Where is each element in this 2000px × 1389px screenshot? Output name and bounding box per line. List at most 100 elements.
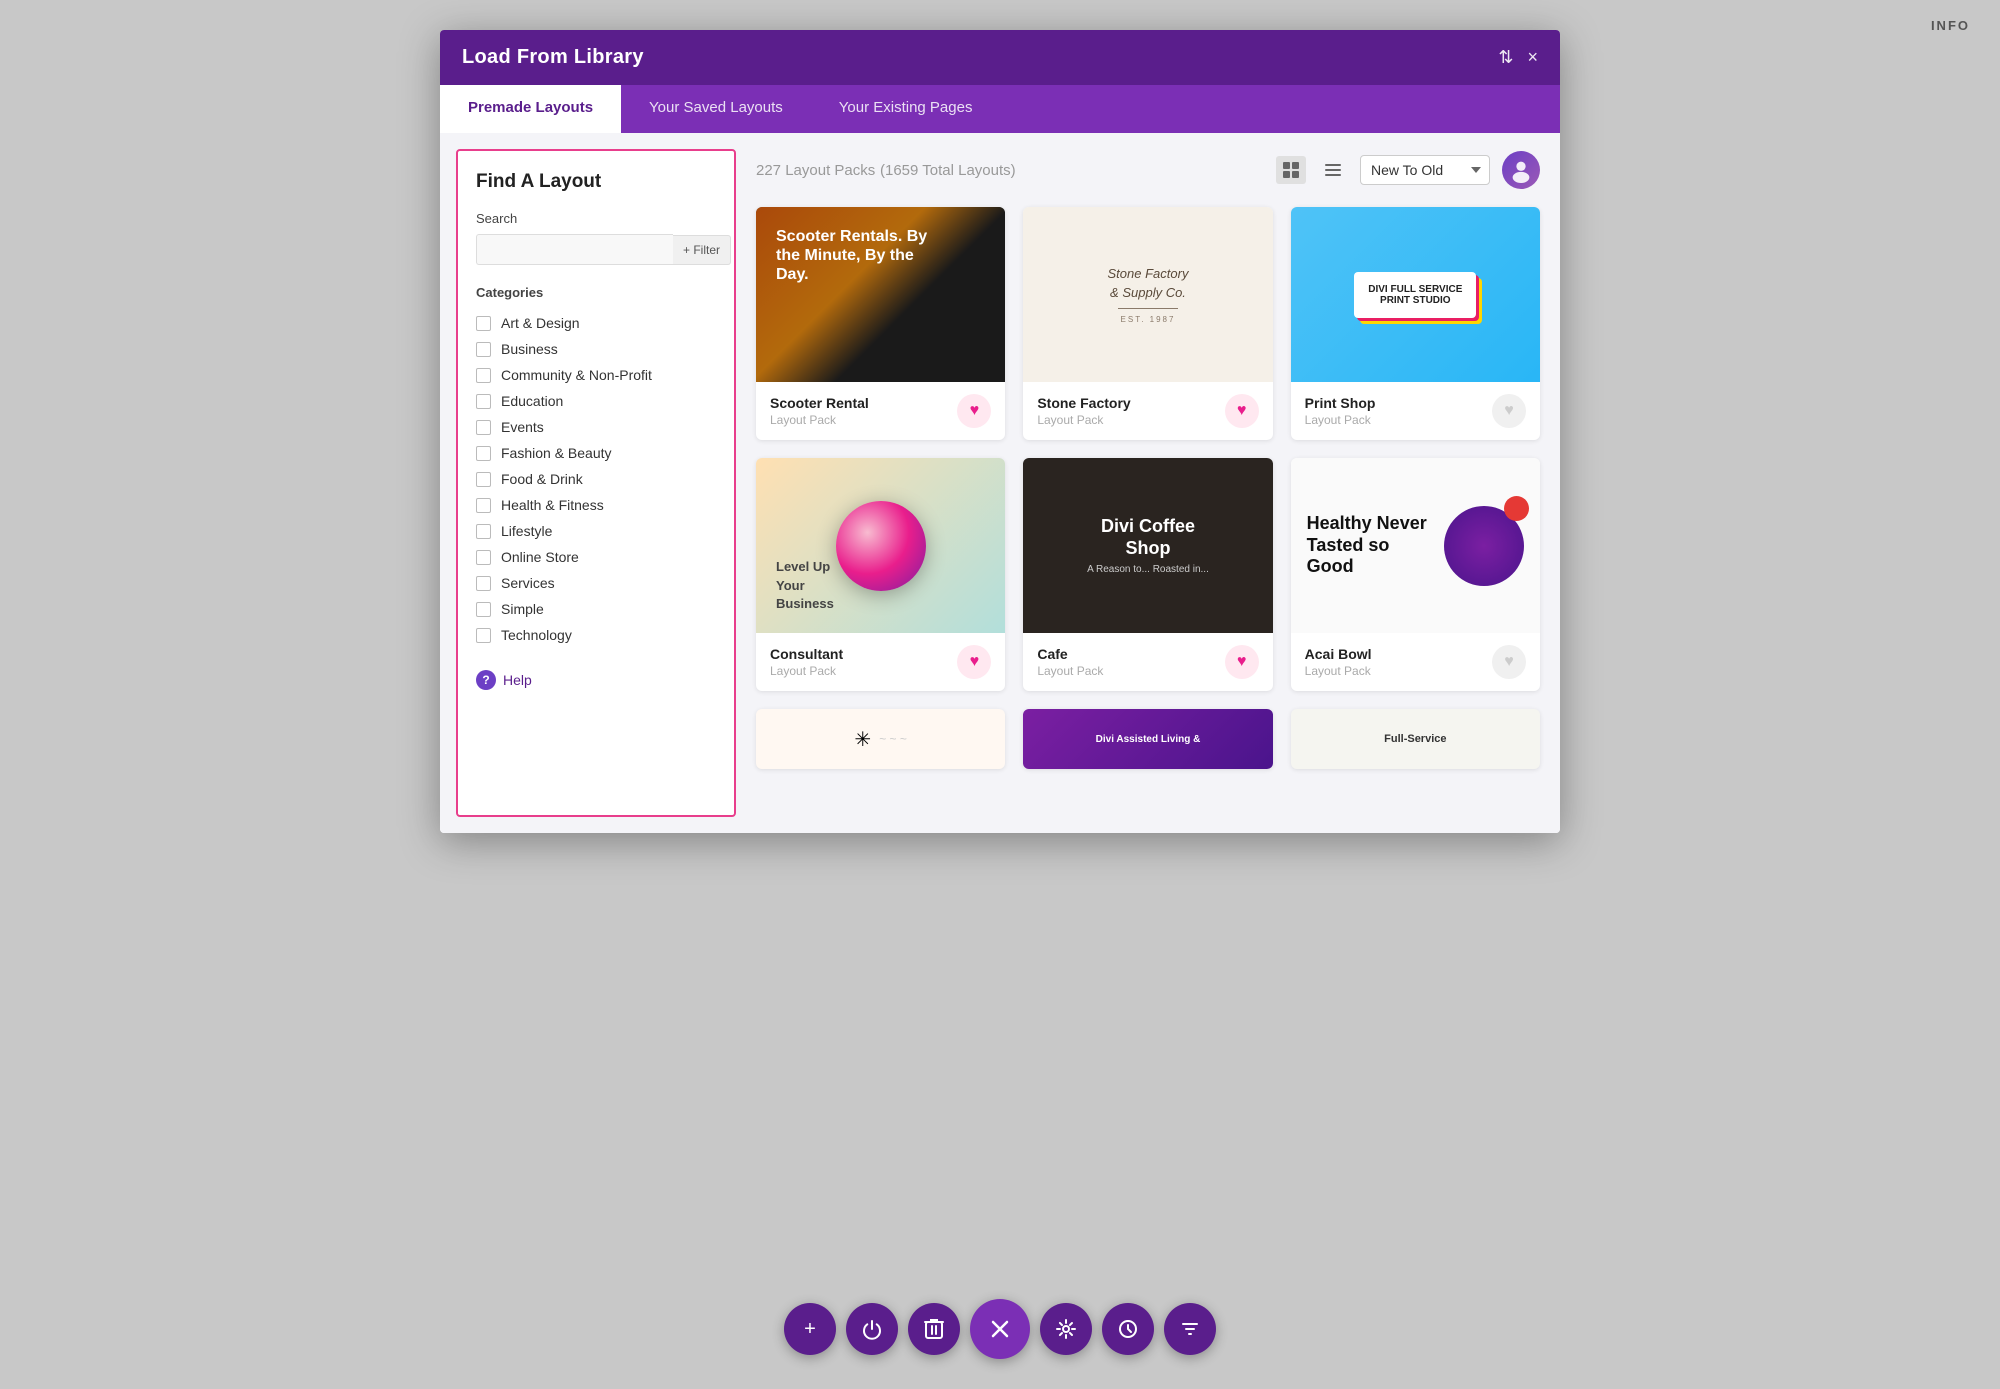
category-art[interactable]: Art & Design: [476, 310, 716, 336]
card-consultant[interactable]: Level UpYourBusiness Consultant Layout P…: [756, 458, 1005, 691]
category-fashion[interactable]: Fashion & Beauty: [476, 440, 716, 466]
consultant-inner: Level UpYourBusiness: [756, 458, 1005, 633]
power-button[interactable]: [846, 1303, 898, 1355]
cafe-title: Divi CoffeeShop: [1101, 516, 1195, 559]
card-info-acai: Acai Bowl Layout Pack: [1305, 646, 1372, 678]
category-food[interactable]: Food & Drink: [476, 466, 716, 492]
acai-bowl-visual: [1444, 506, 1524, 586]
card-footer-consultant: Consultant Layout Pack ♥: [756, 633, 1005, 691]
modal-header-icons: ⇅ ×: [1498, 47, 1538, 68]
history-button[interactable]: [1102, 1303, 1154, 1355]
modal-title: Load From Library: [462, 46, 644, 69]
top-bar-right: New To Old Old To New A-Z Z-A: [1276, 151, 1540, 189]
category-checkbox-fashion[interactable]: [476, 446, 491, 461]
category-simple[interactable]: Simple: [476, 596, 716, 622]
favorite-button-print[interactable]: ♥: [1492, 394, 1526, 428]
modal: Load From Library ⇅ × Premade Layouts Yo…: [440, 30, 1560, 833]
category-checkbox-services[interactable]: [476, 576, 491, 591]
category-online[interactable]: Online Store: [476, 544, 716, 570]
category-label-events: Events: [501, 419, 544, 435]
settings-icon: [1055, 1318, 1077, 1340]
modal-header: Load From Library ⇅ ×: [440, 30, 1560, 85]
category-services[interactable]: Services: [476, 570, 716, 596]
category-label-health: Health & Fitness: [501, 497, 604, 513]
category-community[interactable]: Community & Non-Profit: [476, 362, 716, 388]
category-label-education: Education: [501, 393, 563, 409]
cafe-subtitle: A Reason to... Roasted in...: [1087, 564, 1209, 575]
category-lifestyle[interactable]: Lifestyle: [476, 518, 716, 544]
user-avatar[interactable]: [1502, 151, 1540, 189]
partial-text-3: Full-Service: [1384, 733, 1446, 745]
search-row: + Filter: [476, 234, 716, 265]
category-checkbox-events[interactable]: [476, 420, 491, 435]
add-button[interactable]: +: [784, 1303, 836, 1355]
category-technology[interactable]: Technology: [476, 622, 716, 648]
category-label-online: Online Store: [501, 549, 579, 565]
partial-card-2[interactable]: Divi Assisted Living &: [1023, 709, 1272, 769]
settings-button[interactable]: [1040, 1303, 1092, 1355]
consultant-sphere: [836, 501, 926, 591]
card-type-print: Layout Pack: [1305, 413, 1376, 427]
favorite-button-consultant[interactable]: ♥: [957, 645, 991, 679]
card-acai-bowl[interactable]: Healthy Never Tasted so Good Acai Bowl L…: [1291, 458, 1540, 691]
help-icon: ?: [476, 670, 496, 690]
card-name-acai: Acai Bowl: [1305, 646, 1372, 662]
card-image-acai: Healthy Never Tasted so Good: [1291, 458, 1540, 633]
category-events[interactable]: Events: [476, 414, 716, 440]
card-info-scooter: Scooter Rental Layout Pack: [770, 395, 869, 427]
card-cafe[interactable]: Divi CoffeeShop A Reason to... Roasted i…: [1023, 458, 1272, 691]
favorite-button-stone[interactable]: ♥: [1225, 394, 1259, 428]
category-checkbox-simple[interactable]: [476, 602, 491, 617]
search-label: Search: [476, 211, 716, 226]
tab-existing[interactable]: Your Existing Pages: [811, 85, 1001, 133]
modal-tabs: Premade Layouts Your Saved Layouts Your …: [440, 85, 1560, 133]
sort-select[interactable]: New To Old Old To New A-Z Z-A: [1360, 155, 1490, 185]
tab-premade[interactable]: Premade Layouts: [440, 85, 621, 133]
trash-button[interactable]: [908, 1303, 960, 1355]
card-scooter-rental[interactable]: Scooter Rentals. Bythe Minute, By theDay…: [756, 207, 1005, 440]
sort-icon[interactable]: ⇅: [1498, 47, 1513, 68]
category-checkbox-art[interactable]: [476, 316, 491, 331]
card-footer-acai: Acai Bowl Layout Pack ♥: [1291, 633, 1540, 691]
tab-saved[interactable]: Your Saved Layouts: [621, 85, 811, 133]
stone-logo: Stone Factory& Supply Co. Est. 1987: [1108, 207, 1189, 382]
sort-main-button[interactable]: [1164, 1303, 1216, 1355]
category-label-technology: Technology: [501, 627, 572, 643]
category-business[interactable]: Business: [476, 336, 716, 362]
grid-view-button[interactable]: [1276, 156, 1306, 184]
category-checkbox-health[interactable]: [476, 498, 491, 513]
close-icon[interactable]: ×: [1527, 47, 1538, 68]
category-checkbox-business[interactable]: [476, 342, 491, 357]
category-checkbox-technology[interactable]: [476, 628, 491, 643]
card-stone-factory[interactable]: Stone Factory& Supply Co. Est. 1987 Ston…: [1023, 207, 1272, 440]
favorite-button-acai[interactable]: ♥: [1492, 645, 1526, 679]
modal-body: Find A Layout Search + Filter Categories…: [440, 133, 1560, 833]
card-name-print: Print Shop: [1305, 395, 1376, 411]
favorite-button-scooter[interactable]: ♥: [957, 394, 991, 428]
category-checkbox-food[interactable]: [476, 472, 491, 487]
partial-cards-row: ✳ ~ ~ ~ Divi Assisted Living & Full-Serv…: [756, 709, 1540, 769]
category-checkbox-education[interactable]: [476, 394, 491, 409]
category-checkbox-lifestyle[interactable]: [476, 524, 491, 539]
category-health[interactable]: Health & Fitness: [476, 492, 716, 518]
help-row[interactable]: ? Help: [476, 670, 716, 690]
card-info-print: Print Shop Layout Pack: [1305, 395, 1376, 427]
card-print-shop[interactable]: DIVI FULL SERVICEPRINT STUDIO Print Shop…: [1291, 207, 1540, 440]
partial-card-1[interactable]: ✳ ~ ~ ~: [756, 709, 1005, 769]
stone-logo-text: Stone Factory& Supply Co.: [1108, 265, 1189, 301]
card-type-scooter: Layout Pack: [770, 413, 869, 427]
partial-card-3[interactable]: Full-Service: [1291, 709, 1540, 769]
category-education[interactable]: Education: [476, 388, 716, 414]
close-main-button[interactable]: [970, 1299, 1030, 1359]
card-name-scooter: Scooter Rental: [770, 395, 869, 411]
filter-button[interactable]: + Filter: [673, 235, 731, 265]
category-checkbox-community[interactable]: [476, 368, 491, 383]
search-input[interactable]: [476, 234, 673, 265]
card-footer-cafe: Cafe Layout Pack ♥: [1023, 633, 1272, 691]
partial-label-1: ~ ~ ~: [879, 732, 907, 746]
category-checkbox-online[interactable]: [476, 550, 491, 565]
favorite-button-cafe[interactable]: ♥: [1225, 645, 1259, 679]
list-view-button[interactable]: [1318, 156, 1348, 184]
card-image-print: DIVI FULL SERVICEPRINT STUDIO: [1291, 207, 1540, 382]
acai-fruit: [1504, 496, 1529, 521]
